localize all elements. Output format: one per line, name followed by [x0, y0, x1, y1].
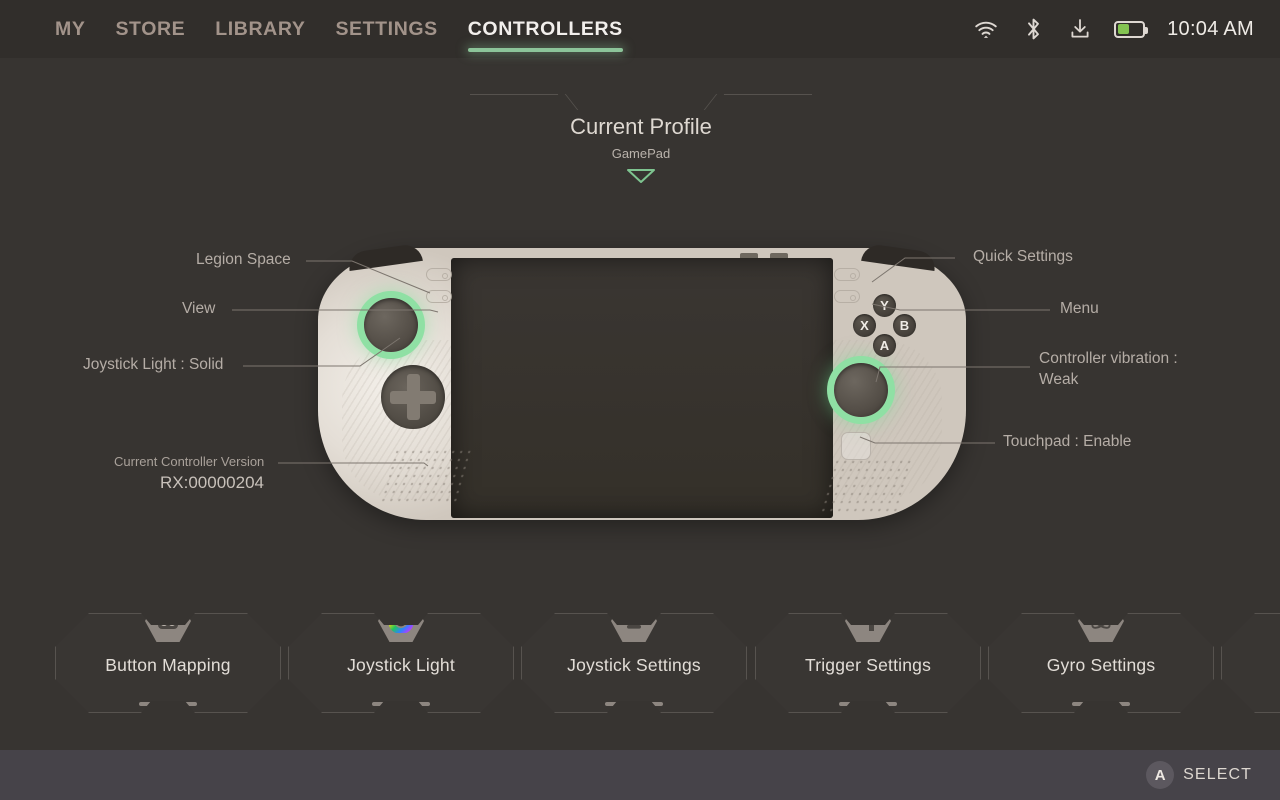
gyro-icon	[1078, 613, 1124, 642]
tile-controller-overflow[interactable]: Con	[1221, 613, 1280, 713]
current-profile-panel[interactable]: Current Profile GamePad	[470, 94, 812, 183]
left-joystick[interactable]	[364, 298, 418, 352]
button-x[interactable]: X	[853, 314, 876, 337]
callout-controller-version-title: Current Controller Version	[114, 454, 264, 469]
dpad[interactable]	[381, 365, 445, 429]
callout-controller-vibration: Controller vibration :	[1039, 350, 1178, 368]
nav-item-label: CONTROLLERS	[467, 17, 623, 40]
quick-settings-button[interactable]	[834, 268, 860, 281]
status-tray: 10:04 AM	[973, 0, 1254, 58]
callout-label: Controller vibration :	[1039, 350, 1178, 367]
callout-joystick-light: Joystick Light : Solid	[83, 356, 223, 374]
legion-space-button[interactable]	[426, 268, 452, 281]
view-button[interactable]	[426, 290, 452, 303]
speaker-grille-left	[377, 448, 473, 506]
nav-item-settings[interactable]: SETTINGS	[335, 0, 437, 58]
tile-label: Joystick Settings	[567, 655, 701, 675]
nav-item-label: SETTINGS	[335, 17, 438, 40]
tile-notch	[372, 702, 430, 706]
button-a[interactable]: A	[873, 334, 896, 357]
profile-title: Current Profile	[570, 114, 712, 139]
tile-trigger-settings[interactable]: Trigger Settings	[755, 613, 981, 713]
nav-items: MY STORE LIBRARY SETTINGS CONTROLLERS	[55, 0, 623, 58]
callout-label: Weak	[1039, 371, 1079, 388]
callout-label: View	[182, 300, 216, 317]
callout-controller-vibration-value: Weak	[1039, 371, 1078, 389]
tile-joystick-light[interactable]: Joystick Light	[288, 613, 514, 713]
trigger-icon	[845, 613, 891, 642]
tile-label: Con	[1222, 655, 1280, 676]
nav-item-label: LIBRARY	[215, 17, 306, 40]
button-a-glyph: A	[1146, 761, 1175, 789]
button-y[interactable]: Y	[873, 294, 896, 317]
active-tab-indicator	[467, 48, 623, 52]
tile-gyro-settings[interactable]: Gyro Settings	[988, 613, 1214, 713]
button-mapping-icon	[145, 613, 191, 642]
controller-illustration: Y X B A	[318, 242, 966, 528]
tile-label: Trigger Settings	[804, 655, 932, 675]
select-hint-label: SELECT	[1183, 766, 1252, 783]
wifi-icon[interactable]	[973, 16, 999, 42]
device-display	[451, 258, 833, 518]
nav-item-my[interactable]: MY	[55, 0, 85, 58]
select-hint[interactable]: A SELECT	[1146, 750, 1252, 800]
nav-item-label: STORE	[115, 17, 186, 40]
tile-notch	[605, 702, 663, 706]
touchpad[interactable]	[841, 432, 871, 460]
button-b[interactable]: B	[893, 314, 916, 337]
callout-legion-space: Legion Space	[196, 251, 291, 269]
top-navigation-bar: MY STORE LIBRARY SETTINGS CONTROLLERS 10…	[0, 0, 1280, 58]
settings-tile-row: Button Mapping Joystick Light Joystick S…	[0, 613, 1280, 715]
tile-button-mapping[interactable]: Button Mapping	[55, 613, 281, 713]
right-joystick[interactable]	[834, 363, 888, 417]
tile-label: Joystick Light	[347, 655, 455, 675]
callout-quick-settings: Quick Settings	[973, 248, 1073, 266]
callout-menu: Menu	[1060, 300, 1099, 318]
joystick-icon	[611, 613, 657, 642]
callout-label: Menu	[1060, 300, 1099, 317]
tile-label: Button Mapping	[105, 655, 231, 675]
bottom-hint-bar: A SELECT	[0, 750, 1280, 800]
color-wheel-icon	[378, 613, 424, 642]
callout-label: Current Controller Version	[114, 454, 265, 469]
speaker-grille-right	[817, 458, 913, 516]
callout-controller-version-value: RX:00000204	[160, 473, 264, 493]
callout-label: Quick Settings	[973, 248, 1073, 265]
clock: 10:04 AM	[1167, 17, 1254, 40]
bluetooth-icon[interactable]	[1020, 16, 1046, 42]
tile-notch	[139, 702, 197, 706]
tile-notch	[839, 702, 897, 706]
callout-label: RX:00000204	[160, 473, 264, 492]
tile-notch	[1072, 702, 1130, 706]
nav-item-controllers[interactable]: CONTROLLERS	[467, 0, 623, 58]
callout-label: Joystick Light : Solid	[83, 356, 224, 373]
callout-label: Legion Space	[196, 251, 291, 268]
profile-value: GamePad	[611, 146, 671, 161]
nav-item-store[interactable]: STORE	[115, 0, 185, 58]
callout-view: View	[182, 300, 215, 318]
download-icon[interactable]	[1067, 16, 1093, 42]
nav-item-label: MY	[55, 17, 86, 40]
chevron-down-icon[interactable]	[626, 168, 656, 184]
face-buttons: Y X B A	[853, 294, 916, 357]
tile-joystick-settings[interactable]: Joystick Settings	[521, 613, 747, 713]
tile-label: Gyro Settings	[1046, 655, 1156, 675]
battery-icon	[1114, 20, 1149, 38]
callout-label: Touchpad : Enable	[1003, 433, 1132, 450]
nav-item-library[interactable]: LIBRARY	[215, 0, 305, 58]
callout-touchpad: Touchpad : Enable	[1003, 433, 1131, 451]
